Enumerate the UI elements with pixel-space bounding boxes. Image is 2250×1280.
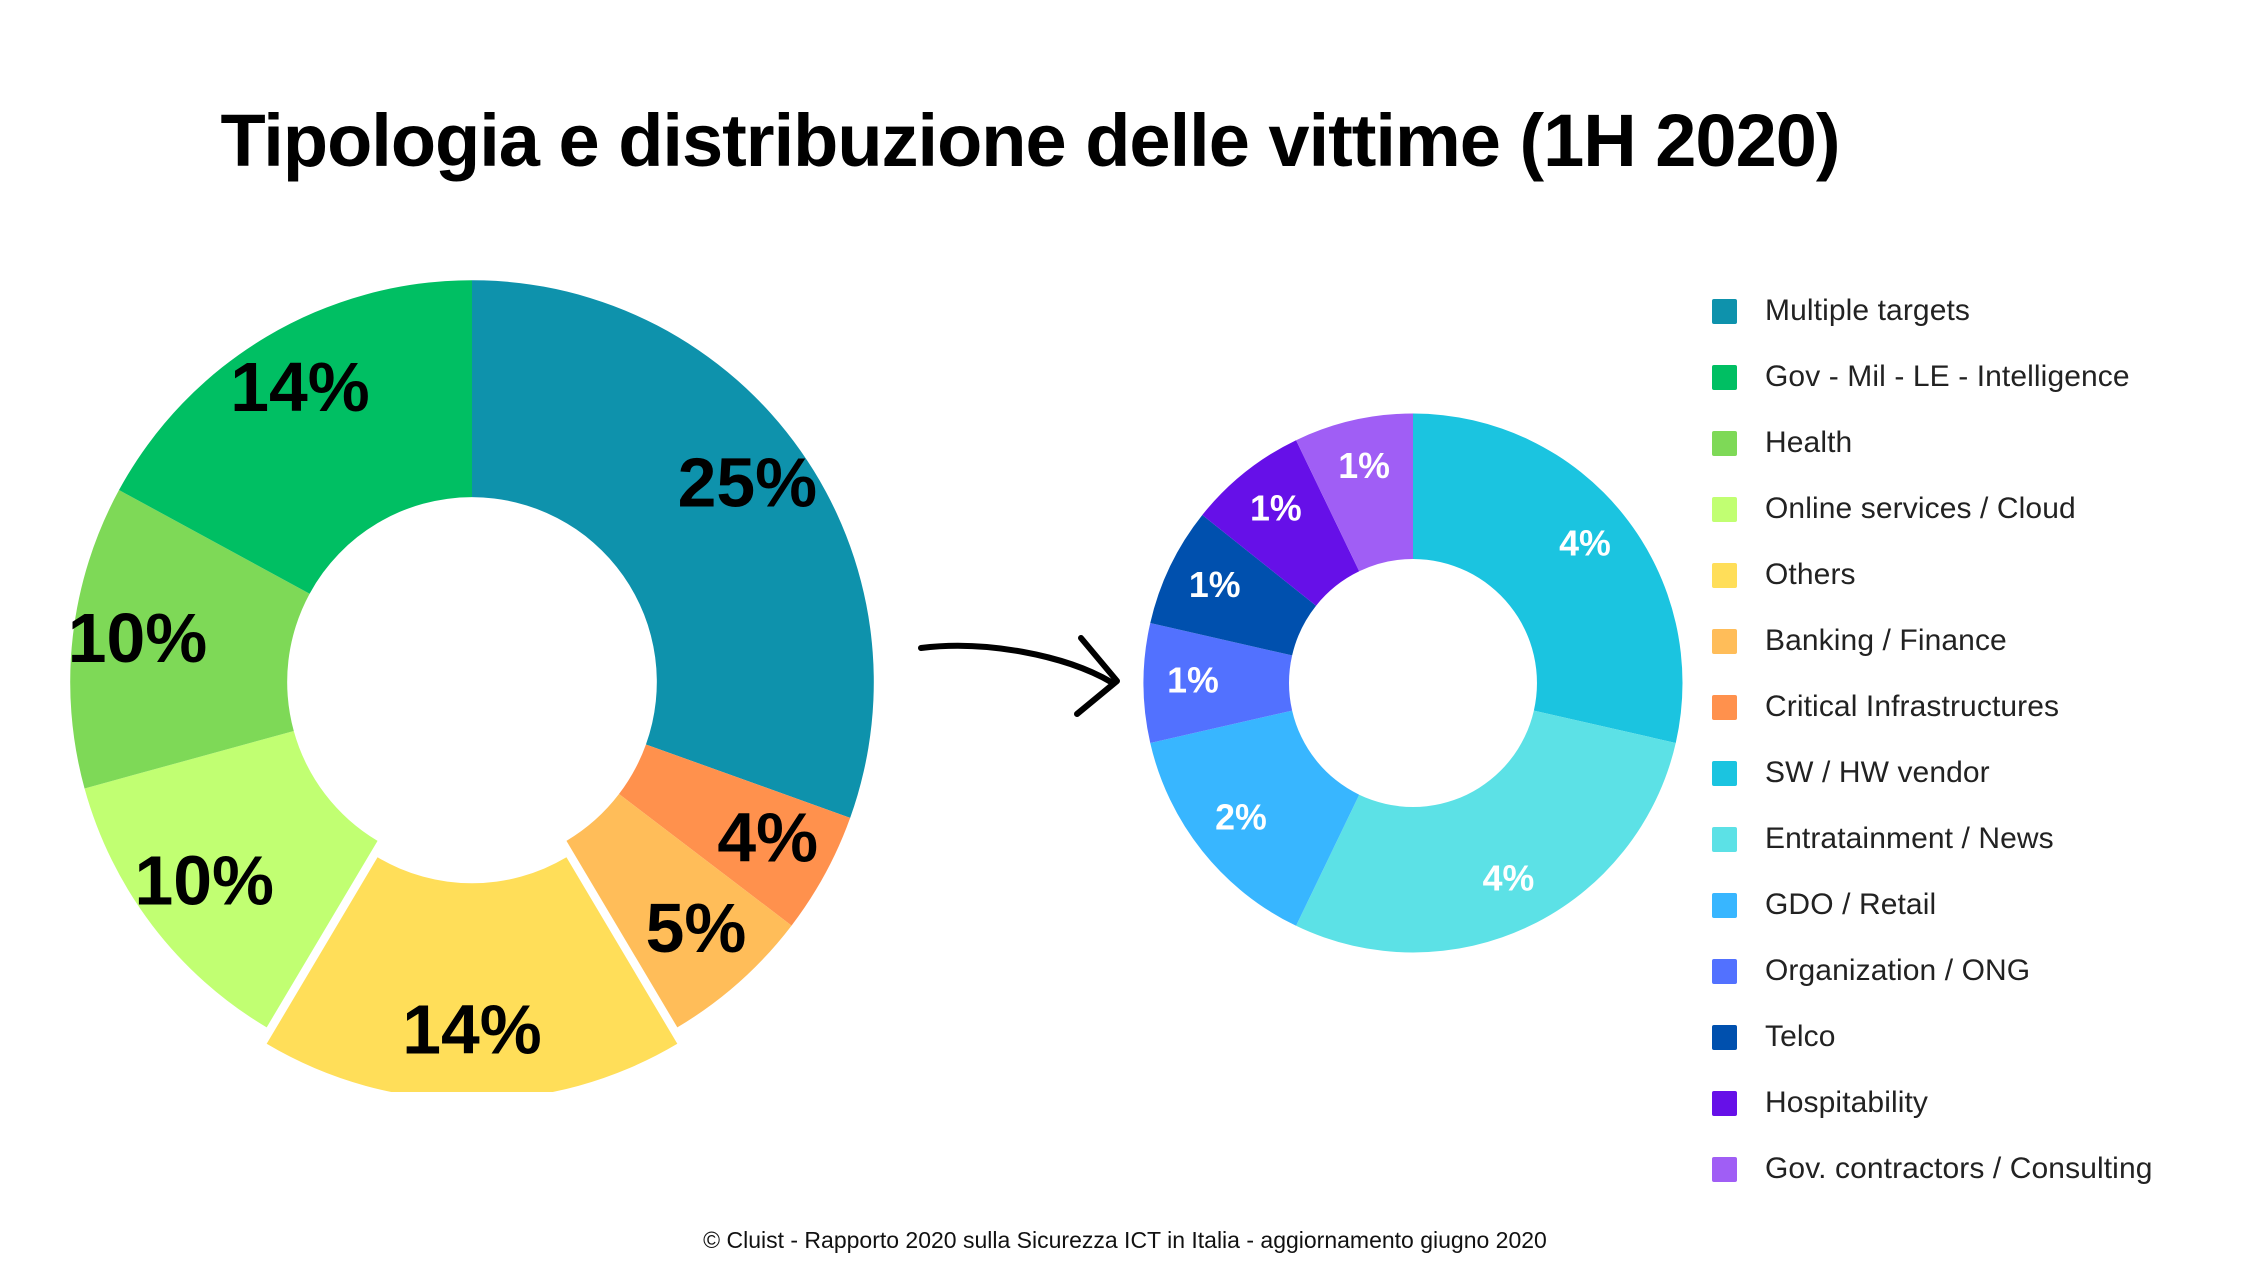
legend-item-label: Entratainment / News: [1765, 822, 2054, 855]
pie-slice-path[interactable]: [472, 280, 874, 818]
legend-color-swatch: [1712, 496, 1737, 522]
legend-color-swatch: [1712, 892, 1737, 918]
legend-item-label: Others: [1765, 558, 1856, 591]
pie-slice-path[interactable]: [1413, 413, 1683, 743]
pie-slice-label: 4%: [1559, 523, 1611, 563]
legend-item-label: Critical Infrastructures: [1765, 690, 2060, 723]
legend-item[interactable]: Hospitability: [1712, 1070, 2232, 1136]
chart-page: Tipologia e distribuzione delle vittime …: [0, 0, 2250, 1280]
pie-slice[interactable]: 4%: [1413, 413, 1683, 743]
pie-slice-label: 1%: [1167, 660, 1219, 700]
legend-color-swatch: [1712, 694, 1737, 720]
legend-item[interactable]: Gov. contractors / Consulting: [1712, 1136, 2232, 1202]
pie-slice-label: 14%: [230, 348, 369, 426]
pie-slice-label: 5%: [646, 889, 747, 967]
legend-item[interactable]: Gov - Mil - LE - Intelligence: [1712, 344, 2232, 410]
main-donut-chart: 25% 4% 5% 14% 10% 10% 14%: [62, 272, 882, 1092]
legend-color-swatch: [1712, 430, 1737, 456]
legend-item-label: Banking / Finance: [1765, 624, 2007, 657]
legend-item[interactable]: SW / HW vendor: [1712, 740, 2232, 806]
pie-slice-path[interactable]: [1296, 710, 1676, 953]
legend-item-label: GDO / Retail: [1765, 888, 1937, 921]
legend-item-label: SW / HW vendor: [1765, 756, 1990, 789]
legend-item[interactable]: Online services / Cloud: [1712, 476, 2232, 542]
legend-color-swatch: [1712, 562, 1737, 588]
legend-color-swatch: [1712, 1024, 1737, 1050]
pie-slice-label: 1%: [1250, 488, 1302, 528]
legend-item[interactable]: Organization / ONG: [1712, 938, 2232, 1004]
pie-slice-label: 4%: [1483, 859, 1535, 899]
legend-item-label: Health: [1765, 426, 1853, 459]
legend-item[interactable]: GDO / Retail: [1712, 872, 2232, 938]
legend-item-label: Hospitability: [1765, 1086, 1929, 1119]
pie-slice[interactable]: 25%: [472, 280, 874, 818]
pie-slice-label: 2%: [1215, 798, 1267, 838]
legend-color-swatch: [1712, 298, 1737, 324]
pie-slice-label: 1%: [1189, 565, 1241, 605]
legend-color-swatch: [1712, 1156, 1737, 1182]
sub-donut-svg: 4%4%2%1%1%1%1%: [1143, 413, 1683, 953]
pie-slice-label: 4%: [717, 798, 818, 876]
legend-item[interactable]: Telco: [1712, 1004, 2232, 1070]
legend-color-swatch: [1712, 958, 1737, 984]
legend-color-swatch: [1712, 760, 1737, 786]
legend-color-swatch: [1712, 1090, 1737, 1116]
legend-item-label: Telco: [1765, 1020, 1836, 1053]
legend-item[interactable]: Health: [1712, 410, 2232, 476]
legend-item[interactable]: Entratainment / News: [1712, 806, 2232, 872]
legend-item[interactable]: Banking / Finance: [1712, 608, 2232, 674]
pie-slice[interactable]: 4%: [1296, 710, 1676, 953]
pie-slice-label: 10%: [134, 842, 273, 920]
pie-slice-label: 25%: [678, 444, 817, 522]
legend-item-label: Multiple targets: [1765, 294, 1971, 327]
legend-item[interactable]: Others: [1712, 542, 2232, 608]
pie-slice-label: 10%: [68, 599, 207, 677]
pie-slice-label: 1%: [1338, 446, 1390, 486]
legend-color-swatch: [1712, 826, 1737, 852]
legend-color-swatch: [1712, 628, 1737, 654]
legend-item-label: Gov - Mil - LE - Intelligence: [1765, 360, 2130, 393]
main-donut-svg: 25% 4% 5% 14% 10% 10% 14%: [68, 280, 874, 1092]
sub-donut-chart: 4% 4% 2% 1% 1% 1% 1%: [1138, 408, 1688, 958]
legend-item[interactable]: Critical Infrastructures: [1712, 674, 2232, 740]
legend-item-label: Organization / ONG: [1765, 954, 2031, 987]
legend: Multiple targets Gov - Mil - LE - Intelli…: [1712, 278, 2232, 1202]
arrow-icon: [915, 600, 1145, 725]
legend-item-label: Online services / Cloud: [1765, 492, 2076, 525]
footer-credit: © Cluist - Rapporto 2020 sulla Sicurezza…: [703, 1227, 1547, 1253]
pie-slice-label: 14%: [402, 991, 541, 1069]
legend-item-label: Gov. contractors / Consulting: [1765, 1152, 2153, 1185]
legend-color-swatch: [1712, 364, 1737, 390]
page-title: Tipologia e distribuzione delle vittime …: [220, 98, 1840, 182]
legend-item[interactable]: Multiple targets: [1712, 278, 2232, 344]
